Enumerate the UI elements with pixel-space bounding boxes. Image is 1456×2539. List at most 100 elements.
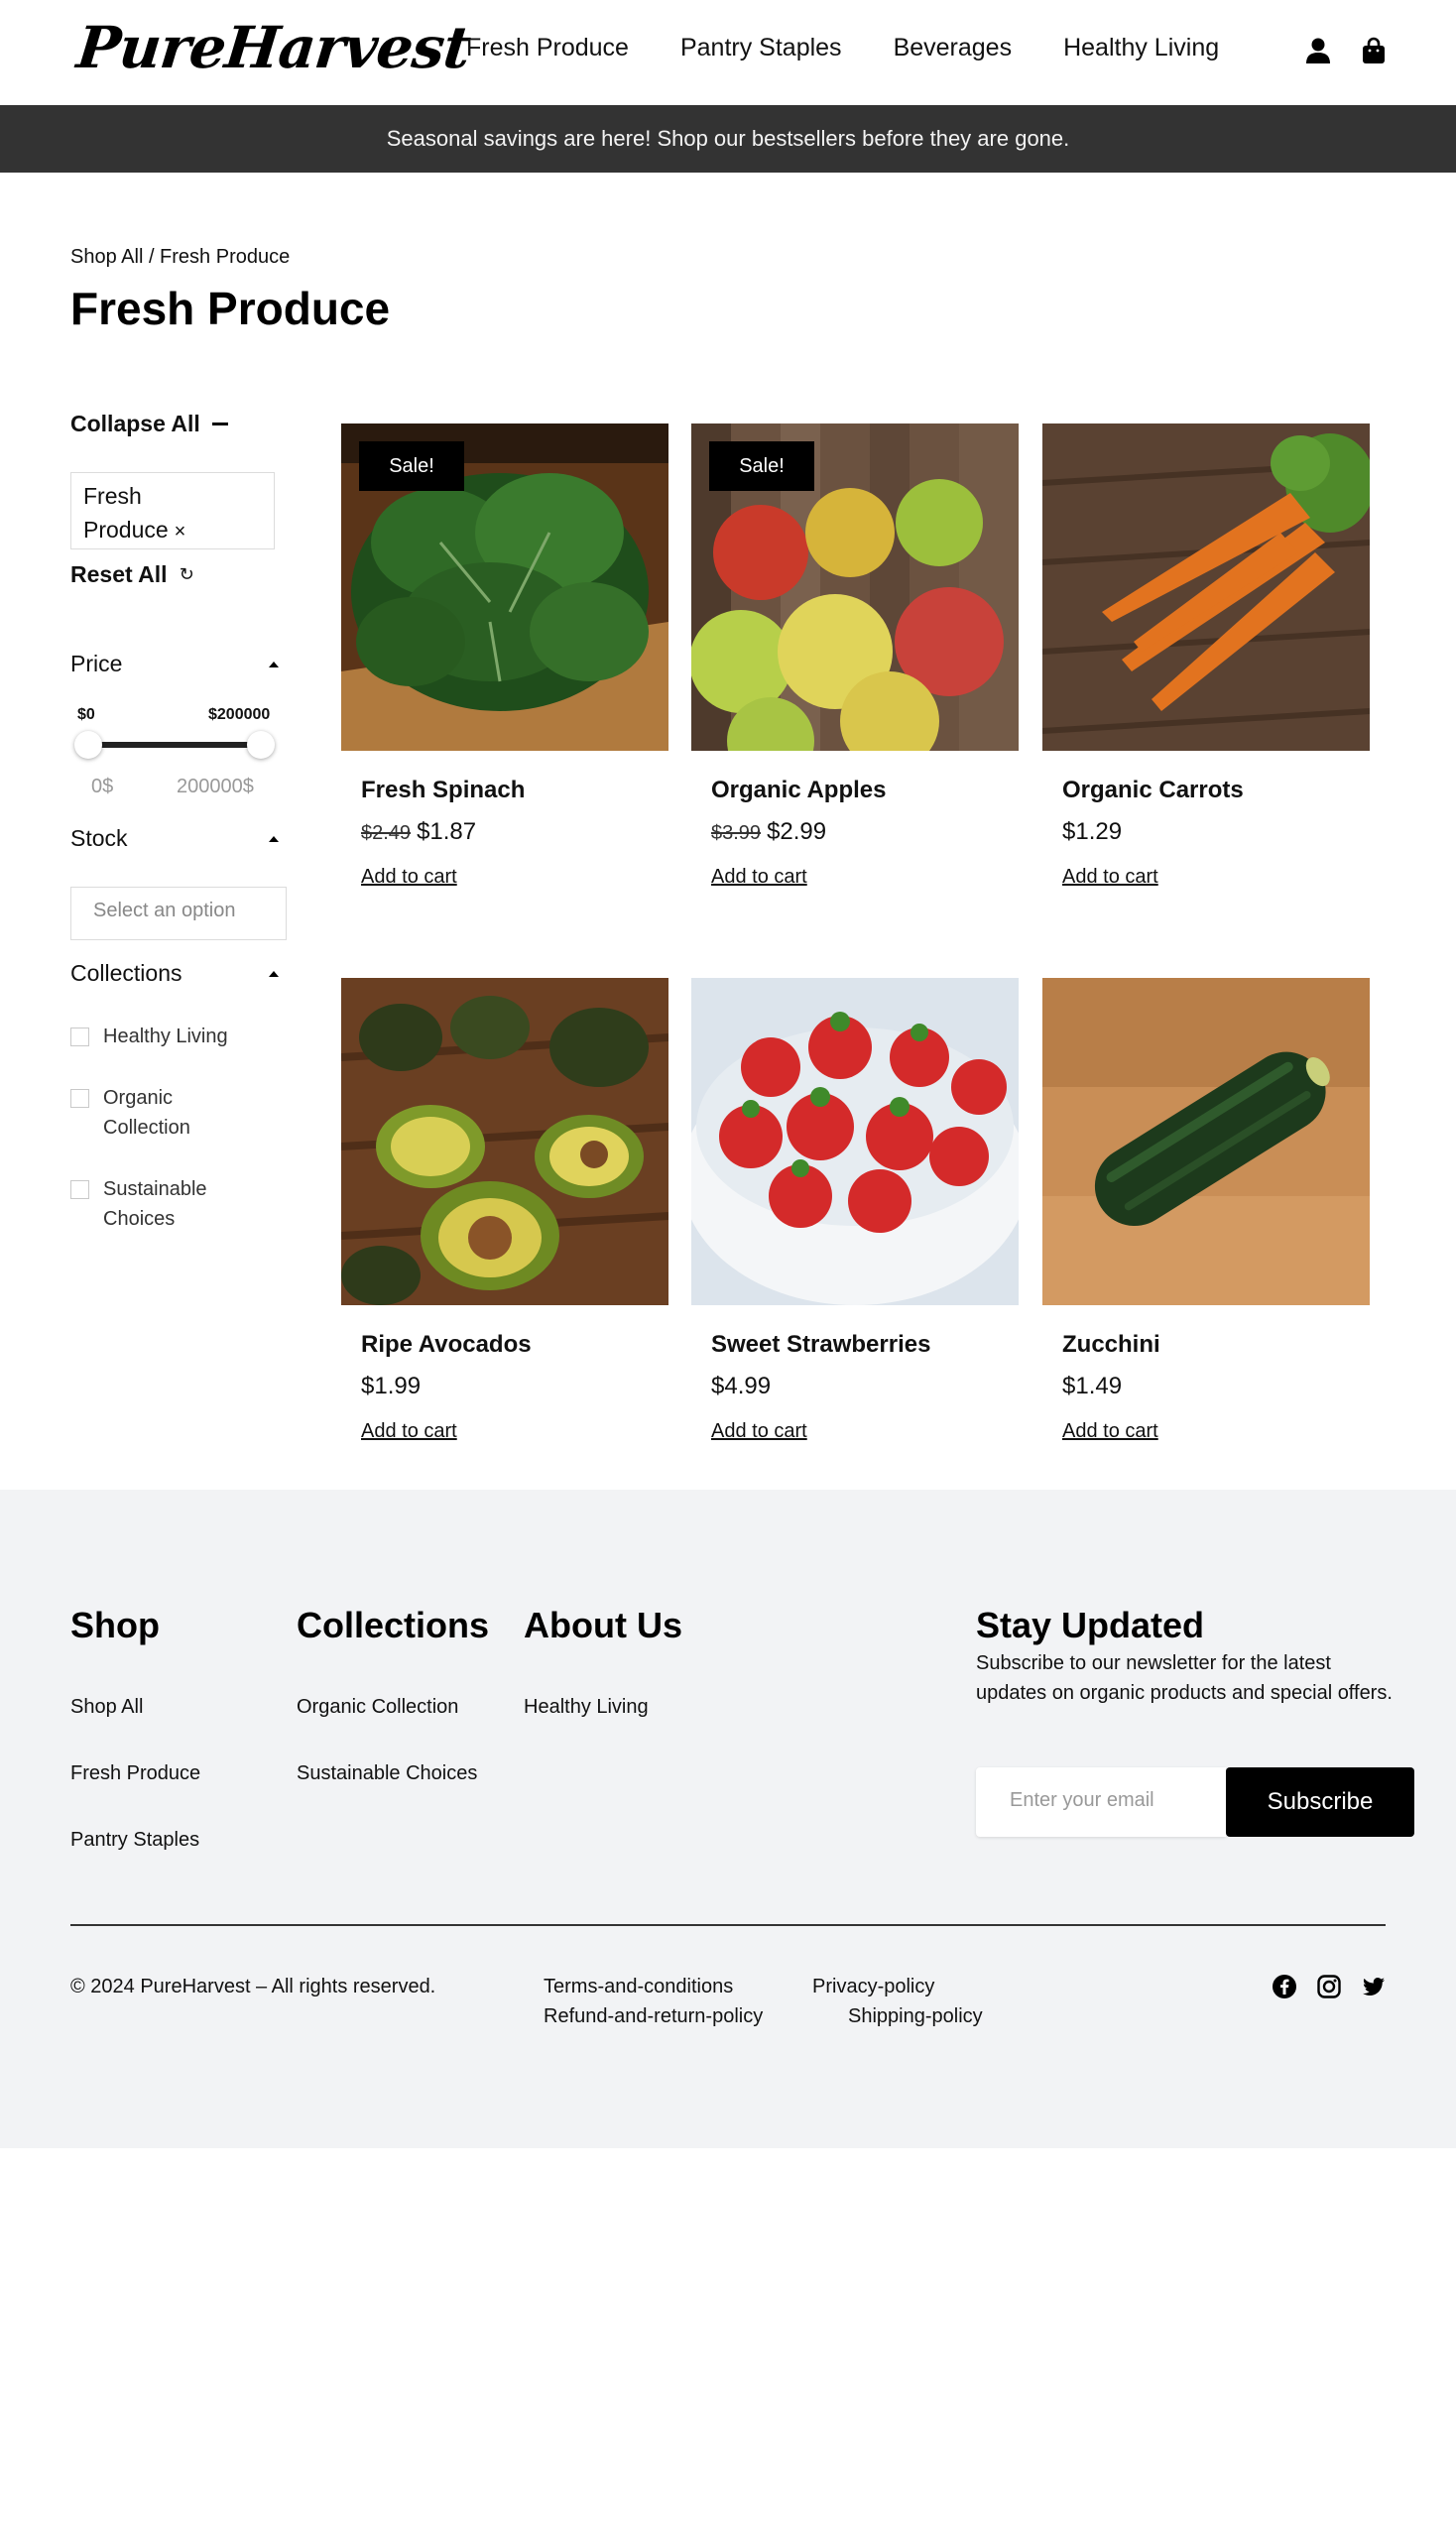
product-image-apples[interactable]: Sale! [691, 423, 1019, 751]
collection-option-label-line1: Sustainable [103, 1178, 207, 1200]
price-filter-header[interactable]: Price [70, 651, 285, 677]
product-image-strawberries[interactable] [691, 978, 1019, 1305]
nav-link-healthy-living[interactable]: Healthy Living [1063, 34, 1219, 62]
copyright: © 2024 PureHarvest – All rights reserved… [70, 1976, 436, 1997]
product-image-zucchini[interactable] [1042, 978, 1370, 1305]
refresh-icon: ↻ [179, 564, 194, 584]
chevron-up-icon [269, 661, 279, 667]
add-to-cart-link[interactable]: Add to cart [361, 866, 457, 889]
close-icon[interactable]: × [175, 521, 186, 543]
strawberries-image [691, 978, 1019, 1305]
price-min-handle[interactable] [74, 731, 102, 759]
product-price: $1.29 [1062, 818, 1123, 845]
sale-price: $2.99 [767, 818, 827, 845]
nav-link-beverages[interactable]: Beverages [894, 34, 1013, 62]
site-footer: Shop Shop All Fresh Produce Pantry Stapl… [0, 1490, 1456, 2148]
account-icon[interactable] [1303, 36, 1333, 65]
footer-link-shop-all[interactable]: Shop All [70, 1696, 143, 1719]
product-name[interactable]: Fresh Spinach [361, 777, 525, 804]
main-nav: Fresh Produce Pantry Staples Beverages H… [466, 34, 1219, 62]
product-price: $4.99 [711, 1373, 772, 1399]
stock-filter-header[interactable]: Stock [70, 825, 285, 852]
collapse-all-label: Collapse All [70, 411, 200, 436]
footer-link-pantry-staples[interactable]: Pantry Staples [70, 1829, 199, 1852]
add-to-cart-link[interactable]: Add to cart [711, 866, 807, 889]
footer-link-sustainable-choices[interactable]: Sustainable Choices [297, 1762, 477, 1785]
footer-link-organic-collection[interactable]: Organic Collection [297, 1696, 458, 1719]
product-price: $3.99 $2.99 [711, 818, 826, 846]
zucchini-image [1042, 978, 1370, 1305]
add-to-cart-link[interactable]: Add to cart [1062, 866, 1158, 889]
sale-badge: Sale! [709, 441, 814, 491]
stock-filter-heading: Stock [70, 825, 128, 851]
price-max-label: $200000 [208, 706, 271, 723]
minus-icon [211, 423, 228, 425]
facebook-icon[interactable] [1272, 1974, 1297, 1999]
product-price: $2.49 $1.87 [361, 818, 476, 846]
footer-divider [70, 1924, 1386, 1926]
price-filter-heading: Price [70, 651, 123, 676]
policy-link-privacy[interactable]: Privacy-policy [812, 1976, 934, 1998]
breadcrumb[interactable]: Shop All / Fresh Produce [70, 246, 290, 269]
collection-option-sustainable-choices[interactable]: Sustainable Choices [70, 1174, 207, 1234]
shopping-bag-icon[interactable] [1359, 36, 1389, 65]
sale-badge: Sale! [359, 441, 464, 491]
policy-link-terms[interactable]: Terms-and-conditions [544, 1976, 733, 1998]
chip-label-line1: Fresh [83, 483, 142, 509]
price-max-value: 200000$ [177, 776, 254, 797]
product-image-carrots[interactable] [1042, 423, 1370, 751]
avocados-image [341, 978, 668, 1305]
header-icons [1303, 36, 1389, 65]
product-price: $1.99 [361, 1373, 422, 1399]
footer-link-healthy-living[interactable]: Healthy Living [524, 1696, 649, 1719]
product-name[interactable]: Ripe Avocados [361, 1331, 532, 1359]
collection-option-label: Organic Collection [103, 1083, 190, 1143]
product-name[interactable]: Sweet Strawberries [711, 1331, 930, 1359]
newsletter-heading: Stay Updated [976, 1605, 1205, 1645]
promo-banner-text: Seasonal savings are here! Shop our best… [386, 126, 1070, 151]
checkbox[interactable] [70, 1180, 89, 1199]
policy-link-shipping[interactable]: Shipping-policy [848, 2005, 983, 2028]
original-price: $2.49 [361, 822, 412, 844]
checkbox[interactable] [70, 1028, 89, 1046]
collection-option-label-line2: Choices [103, 1208, 176, 1230]
policy-link-refund[interactable]: Refund-and-return-policy [544, 2005, 763, 2028]
collection-option-label: Sustainable Choices [103, 1174, 207, 1234]
nav-link-pantry-staples[interactable]: Pantry Staples [680, 34, 842, 62]
collections-filter-heading: Collections [70, 960, 182, 986]
active-filter-chip[interactable]: Fresh Produce × [70, 472, 275, 549]
add-to-cart-link[interactable]: Add to cart [361, 1420, 457, 1443]
product-name[interactable]: Zucchini [1062, 1331, 1160, 1359]
collapse-all-button[interactable]: Collapse All [70, 411, 228, 437]
original-price: $3.99 [711, 822, 762, 844]
add-to-cart-link[interactable]: Add to cart [1062, 1420, 1158, 1443]
nav-link-fresh-produce[interactable]: Fresh Produce [466, 34, 629, 62]
price-max-handle[interactable] [247, 731, 275, 759]
instagram-icon[interactable] [1316, 1974, 1342, 1999]
brand-logo[interactable]: PureHarvest [73, 14, 472, 81]
collection-option-label: Healthy Living [103, 1026, 228, 1047]
checkbox[interactable] [70, 1089, 89, 1108]
add-to-cart-link[interactable]: Add to cart [711, 1420, 807, 1443]
sale-price: $1.87 [417, 818, 477, 845]
twitter-icon[interactable] [1361, 1974, 1387, 1999]
collection-option-organic-collection[interactable]: Organic Collection [70, 1083, 190, 1143]
product-price: $1.49 [1062, 1373, 1123, 1399]
footer-link-fresh-produce[interactable]: Fresh Produce [70, 1762, 200, 1785]
stock-select[interactable]: Select an option [70, 887, 287, 940]
collection-option-healthy-living[interactable]: Healthy Living [70, 1022, 228, 1051]
product-name[interactable]: Organic Carrots [1062, 777, 1244, 804]
price-min-label: $0 [77, 706, 95, 723]
email-input[interactable]: Enter your email [976, 1767, 1226, 1837]
subscribe-button[interactable]: Subscribe [1226, 1767, 1414, 1837]
price-min-value: 0$ [91, 776, 114, 797]
product-image-avocados[interactable] [341, 978, 668, 1305]
price-range-track [88, 742, 261, 748]
promo-banner: Seasonal savings are here! Shop our best… [0, 105, 1456, 173]
reset-all-button[interactable]: Reset All ↻ [70, 561, 194, 588]
collection-option-label-line2: Collection [103, 1117, 190, 1139]
collections-filter-header[interactable]: Collections [70, 960, 285, 987]
product-name[interactable]: Organic Apples [711, 777, 886, 804]
product-image-spinach[interactable]: Sale! [341, 423, 668, 751]
newsletter-description: Subscribe to our newsletter for the late… [976, 1652, 1393, 1704]
